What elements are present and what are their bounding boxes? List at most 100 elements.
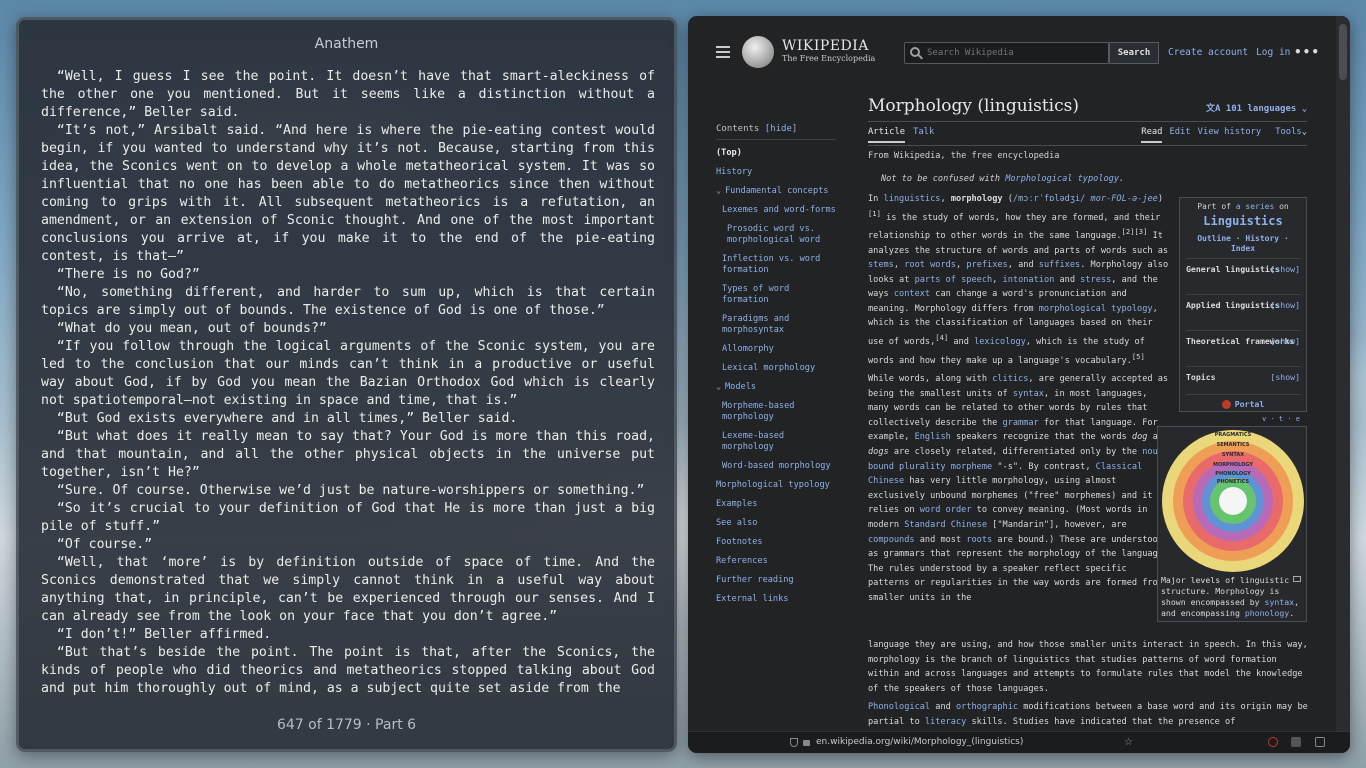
toc-hide-link[interactable]: [hide]: [765, 124, 798, 134]
ipa-link[interactable]: /mɔːrˈfɒlədʒi/: [1013, 194, 1085, 204]
extension-icon[interactable]: [1291, 737, 1301, 747]
toc-item[interactable]: Prosodic word vs. morphological word: [716, 224, 836, 246]
link-stems[interactable]: stems: [868, 260, 894, 270]
series-link[interactable]: a series: [1236, 202, 1275, 211]
link-orthographic[interactable]: orthographic: [956, 702, 1018, 712]
article-body-next: Phonological and orthographic modificati…: [868, 702, 1308, 727]
toc-item[interactable]: Examples: [716, 499, 836, 510]
main-menu-icon[interactable]: [716, 46, 730, 58]
chevron-down-icon[interactable]: ⌄: [716, 186, 722, 197]
link-literacy[interactable]: literacy: [925, 717, 966, 727]
show-toggle[interactable]: [show]: [1270, 335, 1300, 348]
wikipedia-wordmark[interactable]: WIKIPEDIA: [782, 38, 869, 54]
toc-item-label: Word-based morphology: [722, 461, 831, 471]
wikipedia-globe-logo[interactable]: [742, 36, 774, 68]
history-link[interactable]: History: [1245, 234, 1279, 243]
toc-item[interactable]: Lexical morphology: [716, 363, 836, 374]
caption-link-syntax[interactable]: syntax: [1265, 597, 1295, 607]
search-input[interactable]: [927, 44, 1102, 62]
link-stress[interactable]: stress: [1080, 275, 1111, 285]
more-options-icon[interactable]: •••: [1294, 45, 1320, 59]
toc-item[interactable]: Types of word formation: [716, 284, 836, 306]
toc-item[interactable]: Lexeme-based morphology: [716, 431, 836, 453]
toc-item[interactable]: Morphological typology: [716, 480, 836, 491]
toc-item[interactable]: Paradigms and morphosyntax: [716, 314, 836, 336]
link-word-order[interactable]: word order: [920, 505, 972, 515]
label-syntax: SYNTAX: [1222, 452, 1244, 458]
show-toggle[interactable]: [show]: [1270, 263, 1300, 276]
portal-link[interactable]: Portal: [1186, 394, 1300, 409]
sidebar-row-theoretical[interactable]: Theoretical frameworks [show]: [1186, 330, 1300, 362]
lock-icon[interactable]: [803, 740, 810, 746]
toc-item[interactable]: Allomorphy: [716, 344, 836, 355]
search-box[interactable]: [904, 42, 1109, 64]
article-body-left: In linguistics, morphology (/mɔːrˈfɒlədʒ…: [868, 192, 1173, 609]
sidebar-row-general[interactable]: General linguistics [show]: [1186, 258, 1300, 290]
tab-read[interactable]: Read: [1141, 127, 1163, 143]
create-account-link[interactable]: Create account: [1168, 47, 1248, 58]
link-clitics[interactable]: clitics: [992, 374, 1028, 384]
toc-item[interactable]: Word-based morphology: [716, 461, 836, 472]
tab-view-history[interactable]: View history: [1198, 127, 1262, 137]
toolbar-icon[interactable]: [1315, 737, 1325, 747]
tools-menu[interactable]: Tools⌄: [1268, 127, 1307, 137]
toc-item[interactable]: External links: [716, 594, 836, 605]
link-suffixes[interactable]: suffixes: [1039, 260, 1080, 270]
link-morphological-typology[interactable]: morphological typology: [1039, 304, 1153, 314]
paragraph: “Well, that ‘more’ is by definition outs…: [41, 555, 655, 624]
toc-item[interactable]: ⌄ Models: [716, 382, 836, 393]
log-in-link[interactable]: Log in: [1256, 47, 1290, 58]
shield-icon[interactable]: [790, 738, 798, 747]
toc-item[interactable]: History: [716, 167, 836, 178]
link-syntax[interactable]: syntax: [1013, 389, 1044, 399]
link-linguistics[interactable]: linguistics: [884, 194, 941, 204]
book-page-text[interactable]: “Well, I guess I see the point. It doesn…: [41, 68, 655, 708]
tab-edit[interactable]: Edit: [1169, 127, 1190, 137]
link-standard-chinese[interactable]: Standard Chinese: [904, 520, 987, 530]
address-bar[interactable]: en.wikipedia.org/wiki/Morphology_(lingui…: [688, 731, 1350, 753]
link-context[interactable]: context: [894, 289, 930, 299]
show-toggle[interactable]: [show]: [1270, 371, 1300, 384]
tab-talk[interactable]: Talk: [913, 127, 934, 137]
respell-link[interactable]: mor-FOL-ə-jee: [1091, 194, 1158, 204]
link-root-words[interactable]: root words: [904, 260, 956, 270]
url-text[interactable]: en.wikipedia.org/wiki/Morphology_(lingui…: [816, 737, 1023, 747]
chevron-down-icon[interactable]: ⌄: [716, 382, 722, 393]
toc-item[interactable]: Inflection vs. word formation: [716, 254, 836, 276]
link-roots[interactable]: roots: [966, 535, 992, 545]
toc-item[interactable]: ⌄ Fundamental concepts: [716, 186, 836, 197]
sidebar-row-applied[interactable]: Applied linguistics [show]: [1186, 294, 1300, 326]
series-title[interactable]: Linguistics: [1180, 214, 1306, 228]
hatnote-link[interactable]: Morphological typology: [1005, 174, 1119, 184]
show-toggle[interactable]: [show]: [1270, 299, 1300, 312]
link-intonation[interactable]: intonation: [1003, 275, 1055, 285]
toc-item[interactable]: Footnotes: [716, 537, 836, 548]
toc-item[interactable]: Further reading: [716, 575, 836, 586]
linguistic-levels-diagram[interactable]: PRAGMATICS SEMANTICS SYNTAX MORPHOLOGY P…: [1160, 429, 1306, 573]
link-grammar[interactable]: grammar: [1003, 418, 1039, 428]
record-icon[interactable]: [1268, 737, 1278, 747]
caption-link-phonology[interactable]: phonology: [1245, 608, 1289, 618]
index-link[interactable]: Index: [1231, 244, 1255, 253]
scrollbar-thumb[interactable]: [1339, 24, 1347, 80]
tab-article[interactable]: Article: [868, 127, 906, 143]
link-lexicology[interactable]: lexicology: [974, 337, 1026, 347]
toc-item[interactable]: Morpheme-based morphology: [716, 401, 836, 423]
search-button[interactable]: Search: [1109, 42, 1159, 64]
bookmark-icon[interactable]: ☆: [1124, 737, 1133, 748]
toc-item[interactable]: (Top): [716, 148, 836, 159]
vte-links[interactable]: v · t · e: [1180, 415, 1300, 423]
outline-link[interactable]: Outline: [1197, 234, 1231, 243]
languages-button[interactable]: 文A 101 languages ⌄: [1206, 101, 1307, 114]
link-english[interactable]: English: [915, 432, 951, 442]
page-scrollbar[interactable]: [1336, 16, 1350, 753]
toc-item[interactable]: References: [716, 556, 836, 567]
link-parts-of-speech[interactable]: parts of speech: [915, 275, 993, 285]
toc-item[interactable]: See also: [716, 518, 836, 529]
link-compounds[interactable]: compounds: [868, 535, 915, 545]
sidebar-row-topics[interactable]: Topics [show]: [1186, 366, 1300, 392]
toc-item[interactable]: Lexemes and word-forms: [716, 205, 836, 216]
paragraph: “It’s not,” Arsibalt said. “And here is …: [41, 123, 655, 264]
link-phonological[interactable]: Phonological: [868, 702, 930, 712]
link-prefixes[interactable]: prefixes: [966, 260, 1007, 270]
